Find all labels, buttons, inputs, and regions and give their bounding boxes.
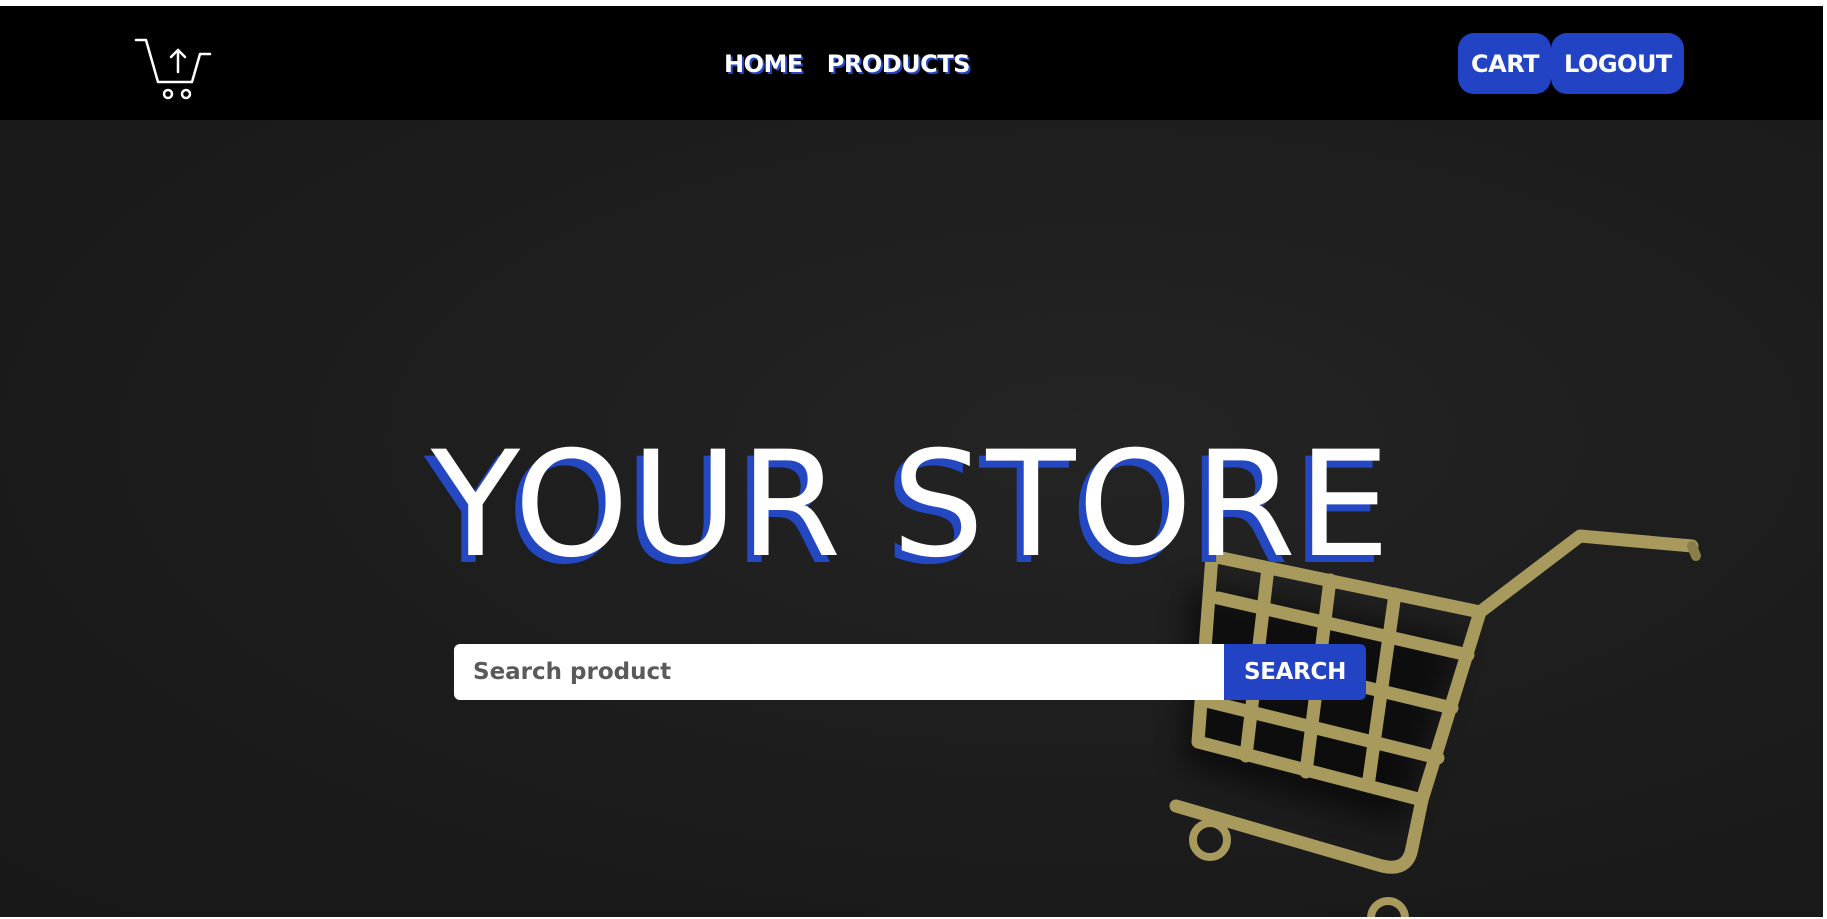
nav-link-home[interactable]: HOME [724, 50, 803, 78]
store-logo[interactable] [134, 32, 214, 100]
hero-title: YOUR STORE [430, 420, 1393, 590]
nav-link-products[interactable]: PRODUCTS [827, 50, 971, 78]
search-input[interactable] [454, 644, 1224, 700]
cart-button[interactable]: CART [1458, 33, 1551, 94]
search-button[interactable]: SEARCH [1224, 644, 1366, 700]
hero-section: YOUR STORE SEARCH [0, 120, 1823, 917]
search-bar: SEARCH [454, 644, 1366, 700]
main-nav: HOME PRODUCTS [724, 50, 970, 78]
logout-button[interactable]: LOGOUT [1551, 33, 1684, 94]
cart-upload-icon [134, 38, 212, 100]
page: HOME PRODUCTS CART LOGOUT YOUR STORE Sea… [0, 6, 1823, 917]
nav-actions: CART LOGOUT [1458, 33, 1684, 94]
navbar: HOME PRODUCTS CART LOGOUT [0, 6, 1823, 120]
